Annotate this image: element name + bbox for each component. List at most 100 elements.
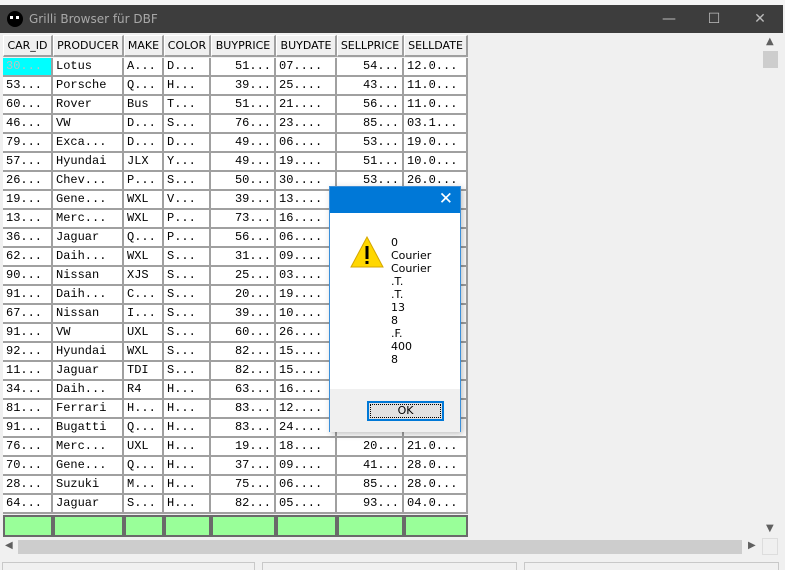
grid-cell[interactable]: 13.... <box>276 191 337 210</box>
grid-cell[interactable]: 91... <box>3 419 53 438</box>
grid-cell[interactable]: 19... <box>211 438 276 457</box>
column-header-buyprice[interactable]: BUYPRICE <box>211 35 276 57</box>
grid-cell[interactable]: 16.... <box>276 381 337 400</box>
grid-cell[interactable]: S... <box>164 362 211 381</box>
grid-cell[interactable]: 39... <box>211 191 276 210</box>
horizontal-scrollbar[interactable]: ◀ ▶ <box>0 538 762 555</box>
grid-cell[interactable]: 24.... <box>276 419 337 438</box>
grid-cell[interactable]: H... <box>164 77 211 96</box>
grid-cell[interactable]: H... <box>164 457 211 476</box>
grid-cell[interactable]: 79... <box>3 134 53 153</box>
grid-cell[interactable]: S... <box>164 115 211 134</box>
grid-cell[interactable]: 41... <box>337 457 404 476</box>
grid-cell[interactable]: P... <box>164 210 211 229</box>
grid-cell[interactable]: Bus <box>124 96 164 115</box>
minimize-button[interactable]: — <box>646 5 692 33</box>
grid-cell[interactable]: H... <box>164 495 211 514</box>
grid-cell[interactable]: Merc... <box>53 210 124 229</box>
ok-button[interactable]: OK <box>367 401 444 421</box>
grid-cell[interactable]: 23.... <box>276 115 337 134</box>
grid-cell[interactable]: 30... <box>3 58 53 77</box>
grid-cell[interactable]: Y... <box>164 153 211 172</box>
scroll-up-icon[interactable]: ▲ <box>766 36 774 47</box>
grid-cell[interactable]: 12.... <box>276 400 337 419</box>
grid-cell[interactable]: S... <box>164 248 211 267</box>
grid-cell[interactable]: 18.... <box>276 438 337 457</box>
grid-cell[interactable]: 04.0... <box>404 495 468 514</box>
grid-cell[interactable]: 20... <box>337 438 404 457</box>
grid-cell[interactable]: V... <box>164 191 211 210</box>
grid-cell[interactable]: Nissan <box>53 305 124 324</box>
grid-cell[interactable]: 19.0... <box>404 134 468 153</box>
grid-cell[interactable]: Jaguar <box>53 229 124 248</box>
grid-cell[interactable]: D... <box>164 58 211 77</box>
grid-cell[interactable]: Jaguar <box>53 362 124 381</box>
grid-cell[interactable]: 25.... <box>276 77 337 96</box>
grid-cell[interactable]: VW <box>53 324 124 343</box>
grid-cell[interactable]: 06.... <box>276 476 337 495</box>
grid-cell[interactable]: 90... <box>3 267 53 286</box>
grid-cell[interactable]: 15.... <box>276 343 337 362</box>
grid-cell[interactable]: VW <box>53 115 124 134</box>
grid-cell[interactable]: 82... <box>211 343 276 362</box>
grid-cell[interactable]: Q... <box>124 77 164 96</box>
grid-cell[interactable]: 11.0... <box>404 77 468 96</box>
grid-cell[interactable]: 28... <box>3 476 53 495</box>
grid-cell[interactable]: WXL <box>124 343 164 362</box>
grid-cell[interactable]: Exca... <box>53 134 124 153</box>
grid-cell[interactable]: 76... <box>3 438 53 457</box>
grid-cell[interactable]: M... <box>124 476 164 495</box>
grid-cell[interactable]: D... <box>124 115 164 134</box>
grid-cell[interactable]: T... <box>164 96 211 115</box>
grid-cell[interactable]: 09.... <box>276 248 337 267</box>
grid-cell[interactable]: 07.... <box>276 58 337 77</box>
maximize-button[interactable]: ☐ <box>691 5 737 33</box>
grid-cell[interactable]: Gene... <box>53 457 124 476</box>
grid-cell[interactable]: 57... <box>3 153 53 172</box>
grid-cell[interactable]: S... <box>164 324 211 343</box>
grid-cell[interactable]: 53... <box>337 134 404 153</box>
grid-cell[interactable]: 37... <box>211 457 276 476</box>
grid-cell[interactable]: 06.... <box>276 229 337 248</box>
grid-cell[interactable]: 91... <box>3 324 53 343</box>
grid-cell[interactable]: 82... <box>211 362 276 381</box>
grid-cell[interactable]: Nissan <box>53 267 124 286</box>
grid-cell[interactable]: 63... <box>211 381 276 400</box>
column-header-sellprice[interactable]: SELLPRICE <box>337 35 404 57</box>
grid-cell[interactable]: 73... <box>211 210 276 229</box>
scroll-down-icon[interactable]: ▼ <box>766 523 774 534</box>
grid-cell[interactable]: C... <box>124 286 164 305</box>
grid-cell[interactable]: 09.... <box>276 457 337 476</box>
grid-cell[interactable]: 19.... <box>276 286 337 305</box>
column-header-make[interactable]: MAKE <box>124 35 164 57</box>
grid-cell[interactable]: UXL <box>124 324 164 343</box>
grid-cell[interactable]: 83... <box>211 400 276 419</box>
grid-cell[interactable]: Q... <box>124 457 164 476</box>
grid-cell[interactable]: 05.... <box>276 495 337 514</box>
grid-cell[interactable]: Q... <box>124 419 164 438</box>
grid-cell[interactable]: S... <box>164 305 211 324</box>
grid-cell[interactable]: 19.... <box>276 153 337 172</box>
grid-cell[interactable]: 56... <box>337 96 404 115</box>
grid-cell[interactable]: 11... <box>3 362 53 381</box>
grid-cell[interactable]: H... <box>164 381 211 400</box>
grid-cell[interactable]: 46... <box>3 115 53 134</box>
grid-cell[interactable]: R4 <box>124 381 164 400</box>
grid-cell[interactable]: Rover <box>53 96 124 115</box>
grid-cell[interactable]: 49... <box>211 134 276 153</box>
grid-cell[interactable]: 91... <box>3 286 53 305</box>
grid-cell[interactable]: Merc... <box>53 438 124 457</box>
grid-cell[interactable]: 64... <box>3 495 53 514</box>
column-header-buydate[interactable]: BUYDATE <box>276 35 337 57</box>
grid-cell[interactable]: Suzuki <box>53 476 124 495</box>
grid-cell[interactable]: 21.0... <box>404 438 468 457</box>
vertical-scroll-thumb[interactable] <box>763 51 778 68</box>
grid-cell[interactable]: 10.0... <box>404 153 468 172</box>
grid-cell[interactable]: Ferrari <box>53 400 124 419</box>
grid-cell[interactable]: 26.... <box>276 324 337 343</box>
grid-cell[interactable]: 85... <box>337 476 404 495</box>
scroll-left-icon[interactable]: ◀ <box>5 540 13 551</box>
grid-cell[interactable]: 83... <box>211 419 276 438</box>
grid-cell[interactable]: Daih... <box>53 381 124 400</box>
grid-cell[interactable]: 31... <box>211 248 276 267</box>
